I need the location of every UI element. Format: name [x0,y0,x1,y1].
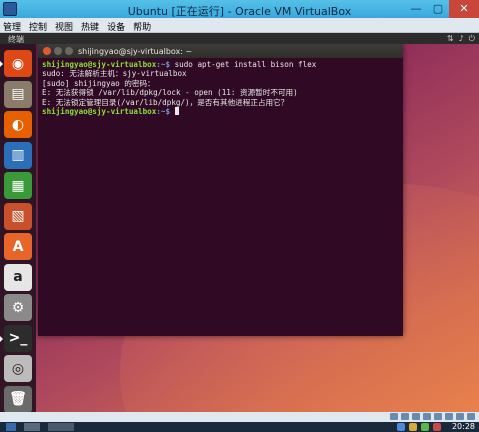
terminal-text: sudo: 无法解析主机：sjy-virtualbox [42,69,187,79]
taskbar-app-icon[interactable] [24,423,40,431]
impress-icon[interactable]: ▧ [4,202,32,230]
dvd-icon[interactable]: ◎ [4,355,32,382]
terminal-line: [sudo] shijingyao 的密码： [42,79,399,88]
launcher-glyph: ⚙ [11,299,25,316]
launcher-glyph: ◎ [11,360,25,377]
settings-icon[interactable]: ⚙ [4,294,32,321]
terminal-icon[interactable]: >_ [0,324,32,352]
vbox-window-titlebar: Ubuntu [正在运行] - Oracle VM VirtualBox — ▢… [0,0,479,18]
menu-devices[interactable]: 设备 [107,20,125,33]
tray-icon[interactable] [433,423,441,431]
volume-icon[interactable]: ♪ [459,34,464,44]
minimize-button[interactable]: — [405,0,427,18]
network-icon[interactable]: ⇅ [447,34,454,44]
host-taskbar: 20:28 [0,422,479,432]
host-key-status-icon[interactable] [467,413,475,420]
terminal-line: shijingyao@sjy-virtualbox:~$ sudo apt-ge… [42,60,399,69]
close-button[interactable]: ✕ [449,0,479,18]
vbox-status-icons [390,413,475,420]
launcher-glyph: a [13,269,23,285]
launcher-glyph: ▤ [11,86,25,102]
amazon-icon[interactable]: a [4,263,32,291]
menu-view[interactable]: 视图 [55,20,73,33]
cd-status-icon[interactable] [401,413,409,420]
launcher-glyph: ▧ [11,208,25,224]
running-indicator [0,335,3,342]
calc-icon[interactable]: ▦ [4,172,32,199]
terminal-text: sudo apt-get install bison flex [170,60,317,69]
prompt-path: :~$ [156,60,171,69]
terminal-close-button[interactable] [43,47,51,55]
menu-control[interactable]: 控制 [29,20,47,33]
launcher-glyph: >_ [8,330,28,346]
ubuntu-desktop: 终端 ⇅ ♪ ⏻ ◉ ▤ ◐ ▥ ▦ ▧ Aa ⚙ >_ ◎ 🗑 shijingyao@sjy-vi… [0,33,479,422]
prompt-user: shijingyao@sjy-virtualbox [42,60,157,69]
software-center-icon[interactable]: A [4,233,32,260]
terminal-cursor [174,107,179,116]
terminal-titlebar[interactable]: shijingyao@sjy-virtualbox: ~ [38,44,403,58]
window-controls: — ▢ ✕ [405,0,479,18]
launcher-glyph: A [12,238,24,255]
launcher-glyph: ▦ [11,177,25,194]
terminal-line: E: 无法锁定管理目录(/var/lib/dpkg/)，是否有其他进程正占用它？ [42,98,399,107]
terminal-text: E: 无法锁定管理目录(/var/lib/dpkg/)，是否有其他进程正占用它？ [42,97,289,107]
terminal-output[interactable]: shijingyao@sjy-virtualbox:~$ sudo apt-ge… [38,58,403,118]
terminal-window-buttons [43,47,73,55]
terminal-text: [sudo] shijingyao 的密码： [42,78,155,88]
terminal-title: shijingyao@sjy-virtualbox: ~ [78,47,193,56]
unity-launcher: ◉ ▤ ◐ ▥ ▦ ▧ Aa ⚙ >_ ◎ 🗑 [0,44,36,422]
running-indicator [0,61,3,67]
launcher-glyph: ▥ [11,147,25,163]
launcher-glyph: ◉ [11,55,25,72]
terminal-line: E: 无法获得锁 /var/lib/dpkg/lock - open (11: … [42,88,399,97]
menu-help[interactable]: 帮助 [133,20,151,33]
terminal-line: shijingyao@sjy-virtualbox:~$ [42,107,399,116]
terminal-minimize-button[interactable] [54,47,62,55]
topbar-indicators: ⇅ ♪ ⏻ [447,34,475,44]
writer-icon[interactable]: ▥ [4,141,32,169]
maximize-button[interactable]: ▢ [427,0,449,18]
dash-home-icon[interactable]: ◉ [0,50,32,77]
files-icon[interactable]: ▤ [4,80,32,108]
terminal-maximize-button[interactable] [65,47,73,55]
tray-icon[interactable] [397,423,405,431]
terminal-window[interactable]: shijingyao@sjy-virtualbox: ~ shijingyao@… [38,44,403,336]
firefox-icon[interactable]: ◐ [4,111,32,138]
power-icon[interactable]: ⏻ [469,34,475,44]
start-icon[interactable] [6,423,16,431]
shared-folder-status-icon[interactable] [434,413,442,420]
display-status-icon[interactable] [445,413,453,420]
ubuntu-topbar: 终端 ⇅ ♪ ⏻ [0,33,479,44]
menu-manage[interactable]: 管理 [3,20,21,33]
hdd-status-icon[interactable] [390,413,398,420]
prompt-user: shijingyao@sjy-virtualbox [42,107,157,117]
launcher-glyph: 🗑 [9,391,27,407]
menu-hotkey[interactable]: 热键 [81,20,99,33]
network-status-icon[interactable] [423,413,431,420]
taskbar-virtualbox-icon[interactable] [48,423,74,431]
trash-icon[interactable]: 🗑 [4,385,32,413]
terminal-line: sudo: 无法解析主机：sjy-virtualbox [42,69,399,78]
terminal-text: E: 无法获得锁 /var/lib/dpkg/lock - open (11: … [42,88,298,98]
launcher-glyph: ◐ [11,116,25,133]
capture-status-icon[interactable] [456,413,464,420]
vbox-menubar: 管理 控制 视图 热键 设备 帮助 [0,18,479,33]
system-tray [397,423,441,431]
usb-status-icon[interactable] [412,413,420,420]
tray-icon[interactable] [421,423,429,431]
tray-icon[interactable] [409,423,417,431]
taskbar-clock: 20:28 [451,422,475,431]
prompt-path: :~$ [156,107,171,117]
vbox-statusbar [0,412,479,422]
